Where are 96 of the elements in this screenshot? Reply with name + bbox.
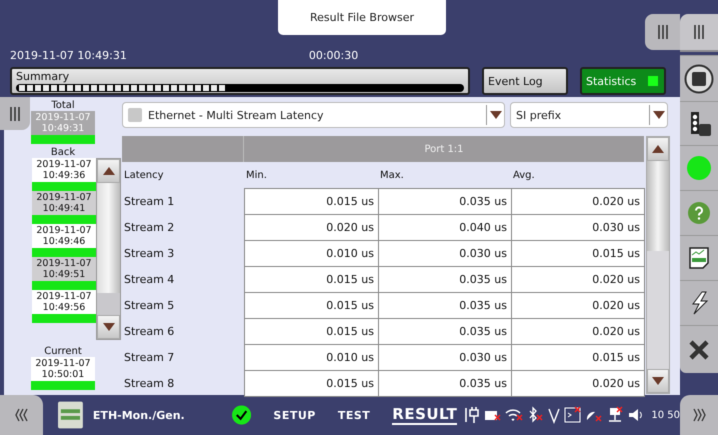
table-cell: 0.035 us: [378, 318, 512, 345]
close-icon: [688, 338, 710, 360]
grip-icon[interactable]: [656, 24, 668, 40]
collapse-grip[interactable]: [0, 395, 44, 435]
status-led: [648, 76, 658, 86]
scroll-down-button[interactable]: [647, 369, 669, 393]
table-cell: 0.015 us: [244, 266, 379, 293]
clock: 10 50: [651, 410, 680, 420]
grip-icon[interactable]: [693, 24, 705, 40]
v-shape-icon: [547, 406, 562, 424]
scroll-down-button[interactable]: [97, 315, 120, 339]
table-cell: 0.030 us: [511, 214, 645, 241]
scroll-thumb[interactable]: [97, 183, 120, 293]
nav-tab[interactable]: TEST: [338, 408, 370, 422]
stop-icon: [684, 64, 714, 94]
nav-tab[interactable]: RESULT: [392, 405, 458, 425]
table-cell: 0.035 us: [378, 370, 512, 397]
current-entry[interactable]: 2019-11-07 10:50:01: [31, 357, 95, 390]
module-name: ETH-Mon./Gen.: [92, 408, 186, 422]
elapsed-time: 00:00:30: [308, 48, 358, 62]
row-label: Stream 6: [123, 324, 176, 340]
summary-tab[interactable]: Summary: [10, 67, 470, 95]
up-arrow-icon: [102, 167, 114, 175]
nav-tab[interactable]: SETUP: [273, 408, 316, 422]
table-cell: 0.020 us: [511, 370, 645, 397]
status-dot-icon: [687, 156, 711, 180]
timestamp: 2019-11-07 10:49:31: [10, 48, 127, 62]
column-header: Latency: [123, 168, 165, 182]
table-cell: 0.015 us: [244, 292, 379, 319]
group-header: Port 1:1: [244, 136, 644, 162]
scrollbar[interactable]: [646, 136, 670, 394]
view-dropdown[interactable]: Ethernet - Multi Stream Latency: [122, 102, 505, 128]
plug-icon: [463, 406, 482, 424]
back-label: Back: [50, 147, 76, 158]
table-cell: 0.020 us: [511, 318, 645, 345]
tab[interactable]: Statistics: [580, 67, 666, 95]
down-arrow-icon: [102, 323, 114, 331]
scroll-up-button[interactable]: [647, 137, 669, 161]
table-cell: 0.020 us: [511, 292, 645, 319]
history-entry[interactable]: 2019-11-07 10:49:41: [32, 191, 96, 224]
caret-icon: [652, 111, 664, 119]
network-icon: [606, 406, 624, 424]
table-cell: 0.015 us: [511, 344, 645, 371]
terminal-icon: [564, 406, 582, 424]
table-cell: 0.035 us: [378, 188, 512, 215]
table-cell: 0.020 us: [511, 266, 645, 293]
row-label: Stream 5: [123, 298, 176, 314]
scrollbar[interactable]: [96, 158, 121, 340]
table-cell: 0.010 us: [244, 240, 379, 267]
column-header: Avg.: [512, 168, 536, 182]
history-entry[interactable]: 2019-11-07 10:49:36: [32, 158, 96, 191]
window-title: Result File Browser: [278, 0, 446, 35]
chevrons-right-icon[interactable]: [691, 407, 707, 423]
chevrons-left-icon[interactable]: [14, 407, 30, 423]
panel-grip[interactable]: [645, 14, 680, 50]
scroll-thumb[interactable]: [647, 161, 669, 251]
row-label: Stream 7: [123, 350, 176, 366]
table-cell: 0.020 us: [244, 214, 379, 241]
row-label: Stream 8: [123, 376, 176, 392]
row-label: Stream 2: [123, 220, 176, 236]
table-cell: 0.015 us: [511, 240, 645, 267]
module-icon[interactable]: [58, 401, 83, 429]
row-label: Stream 1: [123, 194, 176, 210]
lightning-icon: [689, 291, 709, 315]
current-label: Current: [44, 346, 82, 357]
tab[interactable]: Event Log: [482, 67, 568, 95]
report-icon: [689, 247, 709, 269]
table-cell: 0.015 us: [244, 370, 379, 397]
column-header: Min.: [245, 168, 268, 182]
history-entry[interactable]: 2019-11-07 10:49:46: [32, 224, 96, 257]
help-icon: [688, 202, 710, 224]
table-cell: 0.030 us: [378, 240, 512, 267]
panel-grip[interactable]: [680, 14, 718, 52]
row-label: Stream 4: [123, 272, 176, 288]
history-entry[interactable]: 2019-11-07 10:49:56: [32, 290, 96, 323]
history-entry[interactable]: 2019-11-07 10:49:51: [32, 257, 96, 290]
caret-icon: [490, 111, 502, 119]
prefix-dropdown[interactable]: SI prefix: [510, 102, 668, 128]
table-cell: 0.020 us: [511, 188, 645, 215]
panel-grip[interactable]: [0, 97, 30, 130]
table-cell: 0.015 us: [244, 318, 379, 345]
scroll-up-button[interactable]: [97, 159, 120, 183]
table-cell: 0.010 us: [244, 344, 379, 371]
table-cell: 0.030 us: [378, 344, 512, 371]
table-cell: 0.015 us: [244, 188, 379, 215]
table-cell: 0.035 us: [378, 292, 512, 319]
expand-grip[interactable]: [680, 395, 718, 435]
up-arrow-icon: [652, 145, 664, 153]
row-label: Stream 3: [123, 246, 176, 262]
grip-icon[interactable]: [9, 106, 21, 122]
table-cell: 0.040 us: [378, 214, 512, 241]
table-cell: 0.035 us: [378, 266, 512, 293]
check-icon: [232, 405, 252, 425]
down-arrow-icon: [652, 377, 664, 385]
column-header: Max.: [379, 168, 405, 182]
total-label: Total: [51, 100, 75, 111]
